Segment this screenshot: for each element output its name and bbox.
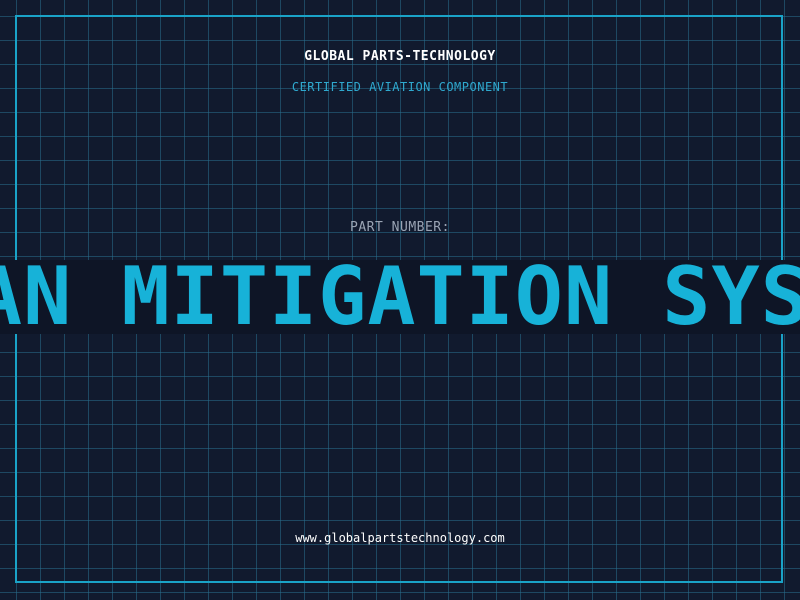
part-number-banner: AN MITIGATION SYST <box>0 260 800 334</box>
website-link[interactable]: www.globalpartstechnology.com <box>0 531 800 545</box>
page: GLOBAL PARTS-TECHNOLOGY CERTIFIED AVIATI… <box>0 0 800 600</box>
brand-name: GLOBAL PARTS-TECHNOLOGY <box>304 49 496 64</box>
part-number-label: PART NUMBER: <box>350 220 450 235</box>
brand-tagline: CERTIFIED AVIATION COMPONENT <box>291 80 509 94</box>
part-number-value: AN MITIGATION SYST <box>0 260 800 334</box>
